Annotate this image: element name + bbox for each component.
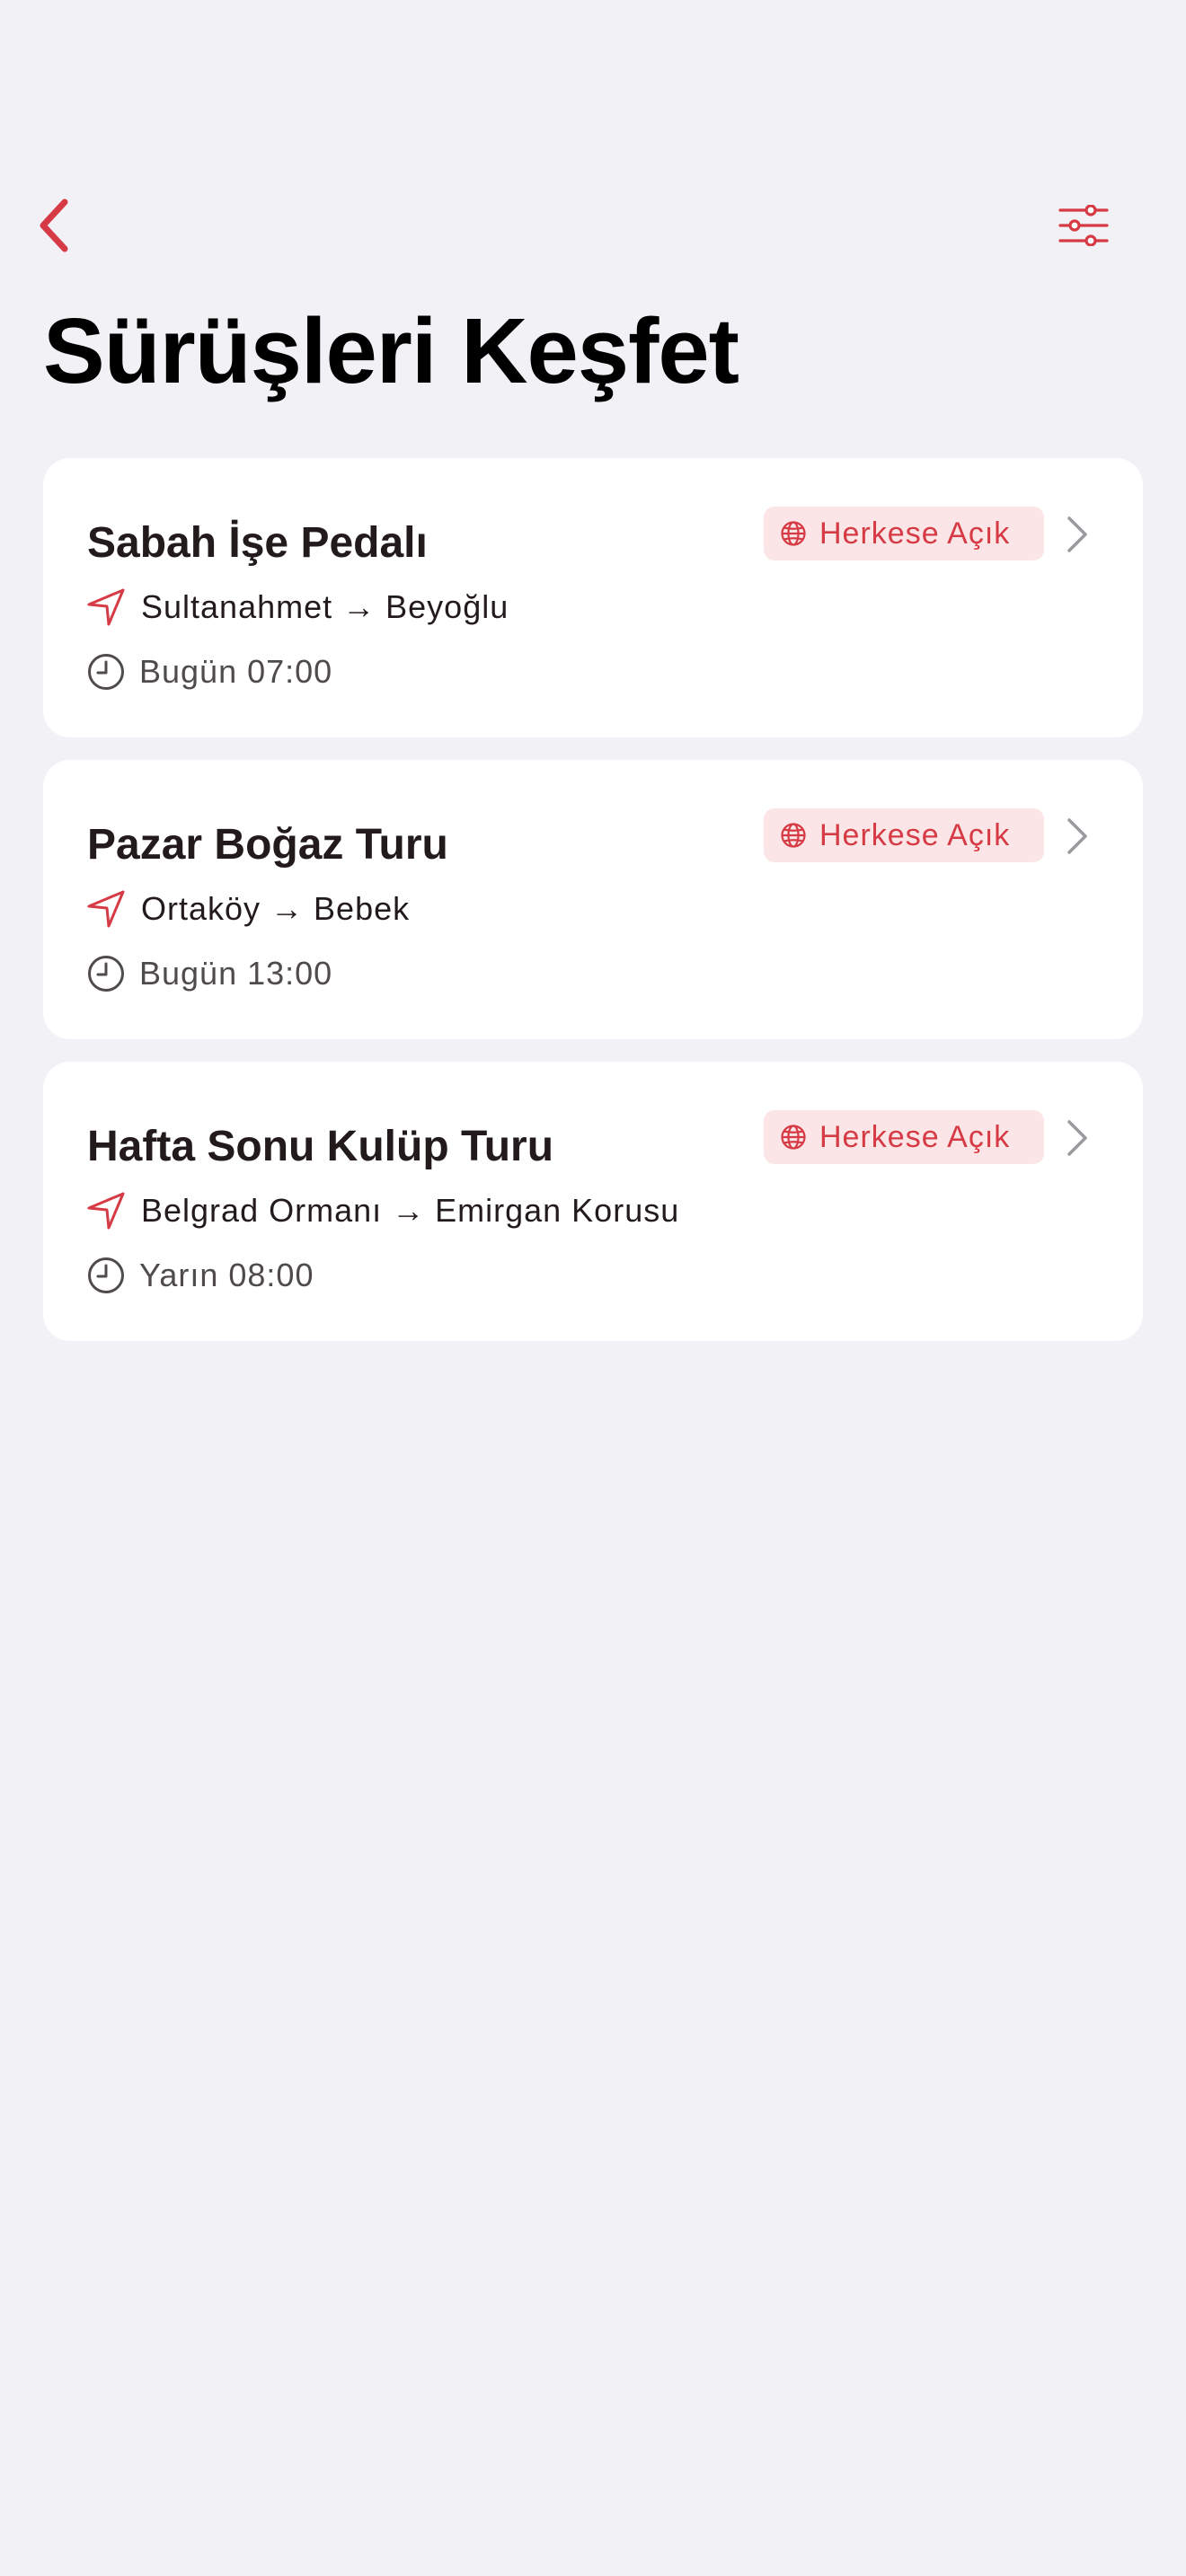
ride-card[interactable]: Sabah İşe Pedalı Herkese Açık Sultanahme… xyxy=(43,458,1143,737)
clock-icon xyxy=(87,955,125,992)
route-text: Ortaköy → Bebek xyxy=(141,890,411,927)
chevron-right-icon xyxy=(1066,817,1089,855)
chevron-right-icon xyxy=(1066,1119,1089,1157)
ride-card[interactable]: Hafta Sonu Kulüp Turu Herkese Açık Belgr… xyxy=(43,1062,1143,1341)
time-row: Yarın 08:00 xyxy=(87,1252,314,1299)
filter-button[interactable] xyxy=(1048,194,1120,257)
location-arrow-icon xyxy=(85,888,127,930)
route-text: Belgrad Ormanı → Emirgan Korusu xyxy=(141,1192,680,1229)
visibility-label: Herkese Açık xyxy=(819,817,1011,852)
route-row: Sultanahmet → Beyoğlu xyxy=(85,584,509,631)
globe-icon xyxy=(780,520,807,547)
ride-name: Hafta Sonu Kulüp Turu xyxy=(87,1123,554,1170)
location-arrow-icon xyxy=(85,1190,127,1231)
time-text: Bugün 13:00 xyxy=(139,955,333,992)
ride-card[interactable]: Pazar Boğaz Turu Herkese Açık Ortaköy → … xyxy=(43,760,1143,1039)
visibility-badge: Herkese Açık xyxy=(764,507,1044,560)
sliders-icon xyxy=(1058,205,1109,246)
chevron-right-icon xyxy=(1066,516,1089,553)
route-row: Ortaköy → Bebek xyxy=(85,886,410,932)
location-arrow-icon xyxy=(85,587,127,628)
visibility-badge: Herkese Açık xyxy=(764,1110,1044,1164)
visibility-badge: Herkese Açık xyxy=(764,808,1044,862)
page-title: Sürüşleri Keşfet xyxy=(43,299,739,402)
route-row: Belgrad Ormanı → Emirgan Korusu xyxy=(85,1187,679,1234)
globe-icon xyxy=(780,822,807,849)
route-text: Sultanahmet → Beyoğlu xyxy=(141,588,509,625)
visibility-label: Herkese Açık xyxy=(819,1119,1011,1154)
time-text: Yarın 08:00 xyxy=(139,1257,314,1293)
clock-icon xyxy=(87,653,125,691)
clock-icon xyxy=(87,1257,125,1294)
ride-name: Sabah İşe Pedalı xyxy=(87,519,428,567)
time-text: Bugün 07:00 xyxy=(139,653,333,690)
back-button[interactable] xyxy=(27,192,81,259)
ride-name: Pazar Boğaz Turu xyxy=(87,821,448,869)
ride-list: Sabah İşe Pedalı Herkese Açık Sultanahme… xyxy=(43,458,1143,1363)
time-row: Bugün 07:00 xyxy=(87,648,332,695)
chevron-left-icon xyxy=(36,198,72,253)
globe-icon xyxy=(780,1124,807,1151)
visibility-label: Herkese Açık xyxy=(819,516,1011,551)
time-row: Bugün 13:00 xyxy=(87,950,332,997)
